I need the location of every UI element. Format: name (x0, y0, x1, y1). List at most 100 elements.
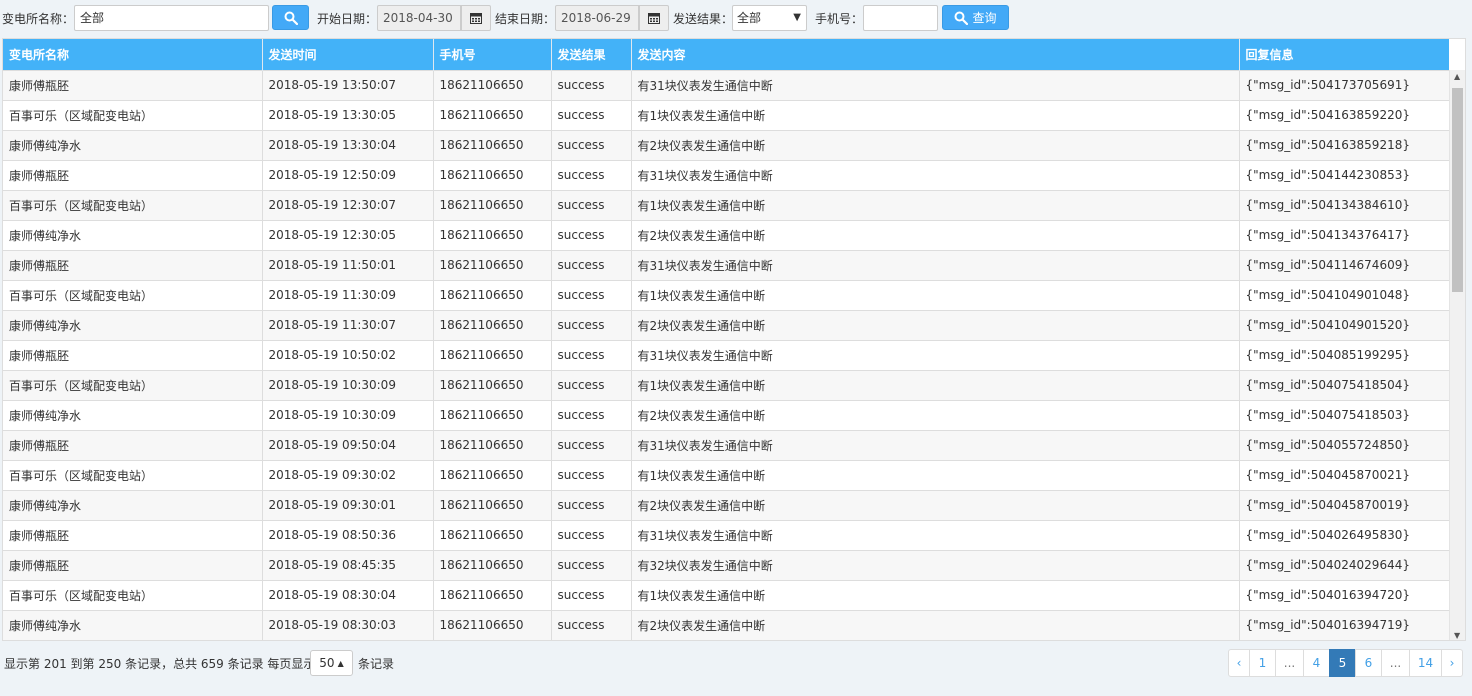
cell-reply: {"msg_id":504045870019} (1239, 489, 1452, 520)
cell-result: success (551, 609, 632, 640)
pagination: ‹ 1... 4 5 6... 14 › (1228, 649, 1463, 677)
page-button-5[interactable]: 5 (1329, 649, 1356, 677)
page-button-6[interactable]: 6 (1355, 649, 1382, 677)
start-date-input[interactable]: 2018-04-30 (377, 5, 461, 31)
page-size-select[interactable]: 50 ▲ (310, 650, 353, 676)
table-row[interactable]: 康师傅纯净水 2018-05-19 08:30:03 18621106650 succ… (3, 609, 1452, 640)
cell-result: success (551, 579, 632, 610)
cell-station: 康师傅瓶胚 (3, 69, 263, 100)
prev-page-button[interactable]: ‹ (1228, 649, 1250, 677)
phone-input[interactable] (863, 5, 938, 31)
cell-station: 康师傅纯净水 (3, 609, 263, 640)
station-label: 变电所名称： (2, 12, 75, 26)
table-row[interactable]: 康师傅纯净水 2018-05-19 09:30:01 18621106650 succ… (3, 489, 1452, 520)
column-header-send-time[interactable]: 发送时间 (262, 39, 434, 70)
table-row[interactable]: 百事可乐（区域配变电站） 2018-05-19 09:30:02 186211066… (3, 459, 1452, 490)
calendar-icon (648, 13, 660, 24)
start-date-calendar-button[interactable] (461, 5, 491, 31)
scroll-down-icon[interactable]: ▼ (1454, 631, 1460, 640)
table-row[interactable]: 康师傅瓶胚 2018-05-19 11:50:01 18621106650 succe… (3, 249, 1452, 280)
column-header-phone[interactable]: 手机号 (433, 39, 552, 70)
end-date-label: 结束日期： (495, 12, 556, 26)
query-button[interactable]: 查询 (942, 5, 1009, 30)
table-row[interactable]: 百事可乐（区域配变电站） 2018-05-19 11:30:09 186211066… (3, 279, 1452, 310)
cell-phone: 18621106650 (433, 579, 552, 610)
next-page-button[interactable]: › (1441, 649, 1463, 677)
table-row[interactable]: 康师傅瓶胚 2018-05-19 08:50:36 18621106650 succe… (3, 519, 1452, 550)
cell-reply: {"msg_id":504075418503} (1239, 399, 1452, 430)
cell-result: success (551, 309, 632, 340)
cell-send-time: 2018-05-19 13:30:05 (262, 99, 434, 130)
cell-content: 有31块仪表发生通信中断 (631, 249, 1240, 280)
page-button-4[interactable]: 4 (1303, 649, 1330, 677)
table-body: 康师傅瓶胚 2018-05-19 13:50:07 18621106650 succe… (3, 69, 1452, 640)
cell-send-time: 2018-05-19 12:30:05 (262, 219, 434, 250)
cell-station: 百事可乐（区域配变电站） (3, 369, 263, 400)
cell-send-time: 2018-05-19 13:30:04 (262, 129, 434, 160)
cell-phone: 18621106650 (433, 69, 552, 100)
cell-result: success (551, 369, 632, 400)
table-row[interactable]: 康师傅纯净水 2018-05-19 12:30:05 18621106650 succ… (3, 219, 1452, 250)
page-size-suffix: 条记录 (358, 657, 395, 671)
cell-content: 有31块仪表发生通信中断 (631, 69, 1240, 100)
column-header-content[interactable]: 发送内容 (631, 39, 1240, 70)
table-row[interactable]: 百事可乐（区域配变电站） 2018-05-19 13:30:05 186211066… (3, 99, 1452, 130)
cell-reply: {"msg_id":504016394720} (1239, 579, 1452, 610)
result-select[interactable]: 全部 ▼ (732, 5, 807, 31)
cell-station: 康师傅瓶胚 (3, 429, 263, 460)
cell-result: success (551, 399, 632, 430)
cell-content: 有2块仪表发生通信中断 (631, 309, 1240, 340)
column-header-reply[interactable]: 回复信息 (1239, 39, 1452, 70)
end-date-calendar-button[interactable] (639, 5, 669, 31)
cell-result: success (551, 459, 632, 490)
end-date-input[interactable]: 2018-06-29 (555, 5, 639, 31)
table-row[interactable]: 康师傅瓶胚 2018-05-19 13:50:07 18621106650 succe… (3, 69, 1452, 100)
scroll-up-icon[interactable]: ▲ (1454, 72, 1460, 81)
cell-reply: {"msg_id":504173705691} (1239, 69, 1452, 100)
table-row[interactable]: 百事可乐（区域配变电站） 2018-05-19 08:30:04 186211066… (3, 579, 1452, 610)
column-header-result[interactable]: 发送结果 (551, 39, 632, 70)
page-button-14[interactable]: 14 (1409, 649, 1442, 677)
cell-phone: 18621106650 (433, 609, 552, 640)
page-button-1[interactable]: 1 (1249, 649, 1276, 677)
calendar-icon (470, 13, 482, 24)
caret-up-icon: ▲ (337, 658, 344, 668)
cell-phone: 18621106650 (433, 399, 552, 430)
cell-phone: 18621106650 (433, 429, 552, 460)
table-row[interactable]: 康师傅纯净水 2018-05-19 11:30:07 18621106650 succ… (3, 309, 1452, 340)
cell-send-time: 2018-05-19 10:30:09 (262, 369, 434, 400)
table-row[interactable]: 康师傅瓶胚 2018-05-19 08:45:35 18621106650 succe… (3, 549, 1452, 580)
scrollbar-thumb[interactable] (1452, 88, 1463, 292)
cell-station: 百事可乐（区域配变电站） (3, 579, 263, 610)
table-row[interactable]: 康师傅纯净水 2018-05-19 10:30:09 18621106650 succ… (3, 399, 1452, 430)
cell-send-time: 2018-05-19 11:30:09 (262, 279, 434, 310)
table-row[interactable]: 百事可乐（区域配变电站） 2018-05-19 10:30:09 186211066… (3, 369, 1452, 400)
table-scrollbar[interactable]: ▲ ▼ (1449, 70, 1465, 640)
cell-phone: 18621106650 (433, 339, 552, 370)
cell-phone: 18621106650 (433, 279, 552, 310)
table-row[interactable]: 康师傅瓶胚 2018-05-19 10:50:02 18621106650 succe… (3, 339, 1452, 370)
column-header-station[interactable]: 变电所名称 (3, 39, 263, 70)
station-search-button[interactable] (272, 5, 309, 30)
cell-result: success (551, 519, 632, 550)
cell-send-time: 2018-05-19 08:45:35 (262, 549, 434, 580)
cell-content: 有1块仪表发生通信中断 (631, 189, 1240, 220)
cell-reply: {"msg_id":504026495830} (1239, 519, 1452, 550)
cell-station: 康师傅纯净水 (3, 399, 263, 430)
result-label: 发送结果： (673, 12, 734, 26)
table-row[interactable]: 百事可乐（区域配变电站） 2018-05-19 12:30:07 186211066… (3, 189, 1452, 220)
cell-result: success (551, 339, 632, 370)
cell-phone: 18621106650 (433, 99, 552, 130)
cell-reply: {"msg_id":504104901048} (1239, 279, 1452, 310)
table-row[interactable]: 康师傅瓶胚 2018-05-19 09:50:04 18621106650 succe… (3, 429, 1452, 460)
station-input[interactable]: 全部 (74, 5, 269, 31)
cell-content: 有2块仪表发生通信中断 (631, 609, 1240, 640)
table-row[interactable]: 康师傅瓶胚 2018-05-19 12:50:09 18621106650 succe… (3, 159, 1452, 190)
cell-result: success (551, 69, 632, 100)
cell-station: 康师傅瓶胚 (3, 519, 263, 550)
cell-send-time: 2018-05-19 08:30:03 (262, 609, 434, 640)
cell-station: 百事可乐（区域配变电站） (3, 279, 263, 310)
cell-station: 康师傅纯净水 (3, 129, 263, 160)
cell-station: 康师傅纯净水 (3, 219, 263, 250)
table-row[interactable]: 康师傅纯净水 2018-05-19 13:30:04 18621106650 succ… (3, 129, 1452, 160)
